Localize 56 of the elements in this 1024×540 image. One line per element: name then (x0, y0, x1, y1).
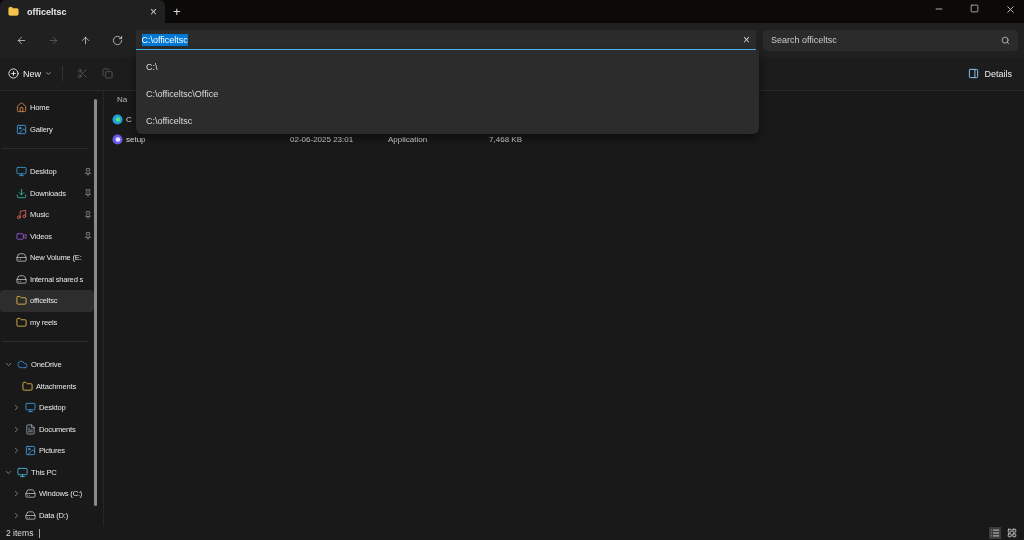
address-text: C:\officeltsc (141, 33, 188, 46)
drive-icon (25, 488, 36, 500)
folder-icon (8, 6, 19, 17)
tab-title: officeltsc (27, 6, 68, 17)
address-field[interactable]: C:\officeltsc × (135, 30, 756, 50)
download-icon (16, 187, 27, 199)
new-button[interactable]: New (6, 66, 63, 81)
date-cell-text: 02-06-2025 23:01 (290, 134, 355, 144)
clear-button[interactable]: × (743, 32, 750, 47)
size-cell-text: 7,468 KB (488, 134, 522, 144)
suggestion-item[interactable]: C:\officeltsc\Office (136, 80, 759, 108)
back-icon[interactable] (16, 34, 28, 46)
tiles-view-button[interactable] (1006, 527, 1018, 539)
close-tab-button[interactable]: × (150, 4, 157, 19)
scrollbar[interactable] (94, 99, 97, 506)
video-icon (16, 230, 27, 242)
file-name: C (126, 114, 132, 124)
maximize-icon[interactable] (970, 4, 979, 13)
forward-icon[interactable] (48, 34, 60, 46)
drive-icon (16, 252, 27, 264)
suggestion-item[interactable]: C:\officeltsc (136, 107, 759, 134)
new-tab-button[interactable]: + (173, 4, 181, 19)
browser-icon (112, 113, 123, 125)
drive-icon (25, 509, 36, 521)
pictures-icon (25, 445, 36, 457)
desktop-icon (25, 402, 36, 414)
search-field[interactable]: Search officeltsc (763, 29, 1018, 51)
refresh-icon[interactable] (112, 34, 124, 46)
search-icon (1001, 35, 1010, 45)
suggestion-item[interactable]: C:\ (136, 54, 759, 81)
details-view-button[interactable] (989, 527, 1001, 539)
home-icon (16, 102, 27, 114)
computer-icon (17, 466, 28, 478)
status-separator: | (38, 528, 41, 538)
close-icon[interactable] (1005, 4, 1016, 15)
document-icon (25, 423, 36, 435)
folder-icon (16, 316, 27, 328)
gallery-icon (16, 123, 27, 135)
plus-icon (8, 68, 19, 79)
caret-icon (45, 70, 52, 77)
folder-icon (22, 380, 33, 392)
desktop-icon (16, 166, 27, 178)
panel-icon (968, 68, 980, 79)
file-name: setup (126, 134, 146, 144)
folder-icon (16, 295, 27, 307)
app-icon (112, 133, 123, 145)
cut-icon[interactable] (77, 68, 88, 79)
type-cell-text: Application (388, 134, 429, 144)
up-icon[interactable] (80, 34, 92, 46)
music-icon (16, 209, 27, 221)
copy-icon[interactable] (102, 68, 113, 79)
drive-icon (16, 273, 27, 285)
tab[interactable]: officeltsc × (0, 0, 165, 23)
details-button[interactable]: Details (962, 67, 1018, 80)
item-count: 2 items (6, 528, 34, 538)
cloud-icon (17, 359, 28, 371)
